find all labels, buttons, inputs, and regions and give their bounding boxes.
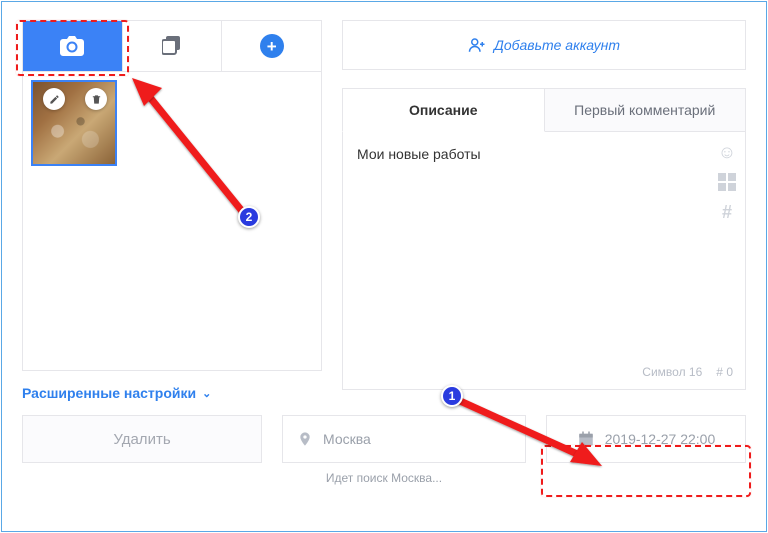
caption-editor[interactable]: Мои новые работы ☺ # Символ 16 # 0 — [342, 132, 746, 390]
add-account-label: Добавьте аккаунт — [494, 37, 620, 53]
pencil-icon — [49, 94, 60, 105]
content-tabs: Описание Первый комментарий — [342, 88, 746, 132]
advanced-settings-toggle[interactable]: Расширенные настройки ⌄ — [22, 385, 322, 401]
delete-thumb-button[interactable] — [85, 88, 107, 110]
app-frame: + Расширенные настройки ⌄ — [1, 1, 767, 532]
datetime-value: 2019-12-27 22:00 — [605, 431, 716, 447]
tab-description-label: Описание — [409, 102, 478, 118]
hashtag-icon[interactable]: # — [717, 202, 737, 222]
delete-label: Удалить — [113, 431, 170, 448]
calendar-icon — [577, 430, 595, 448]
bottom-actions: Удалить Москва 2019-12-27 22:00 — [22, 415, 746, 463]
advanced-settings-label: Расширенные настройки — [22, 385, 196, 401]
media-type-tabs: + — [22, 20, 322, 71]
editor-side-tools: ☺ # — [717, 142, 737, 222]
chevron-down-icon: ⌄ — [202, 387, 211, 400]
emoji-icon[interactable]: ☺ — [717, 142, 737, 162]
tab-photo[interactable] — [23, 21, 123, 71]
location-value: Москва — [323, 431, 371, 447]
camera-icon — [60, 36, 84, 56]
status-text: Идет поиск Москва... — [22, 471, 746, 485]
pin-icon — [297, 431, 313, 447]
location-input[interactable]: Москва — [282, 415, 526, 463]
tab-first-comment-label: Первый комментарий — [574, 102, 715, 118]
tab-description[interactable]: Описание — [342, 88, 545, 132]
delete-button[interactable]: Удалить — [22, 415, 262, 463]
edit-button[interactable] — [43, 88, 65, 110]
left-column: + Расширенные настройки ⌄ — [22, 20, 322, 401]
add-account-button[interactable]: Добавьте аккаунт — [342, 20, 746, 70]
right-column: Добавьте аккаунт Описание Первый коммент… — [342, 20, 746, 401]
media-thumbnail[interactable] — [31, 80, 117, 166]
tab-add[interactable]: + — [222, 21, 321, 71]
caption-text: Мои новые работы — [357, 146, 705, 162]
grid-icon[interactable] — [717, 172, 737, 192]
media-grid — [22, 71, 322, 371]
user-plus-icon — [468, 36, 486, 54]
caption-counter: Символ 16 # 0 — [642, 365, 733, 379]
trash-icon — [91, 94, 102, 105]
plus-icon: + — [260, 34, 284, 58]
tab-carousel[interactable] — [123, 21, 223, 71]
tab-first-comment[interactable]: Первый комментарий — [545, 88, 747, 132]
datetime-input[interactable]: 2019-12-27 22:00 — [546, 415, 746, 463]
stack-icon — [162, 36, 182, 56]
